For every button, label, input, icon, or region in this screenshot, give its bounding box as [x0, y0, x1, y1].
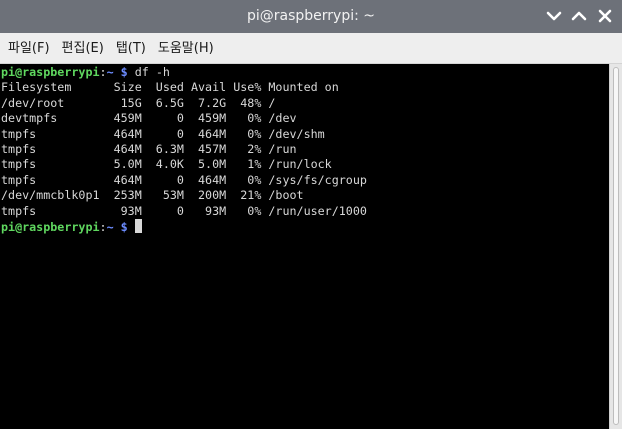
prompt-colon: :	[99, 65, 107, 79]
output-line: tmpfs 464M 0 464M 0% /sys/fs/cgroup	[1, 172, 367, 187]
active-prompt-line[interactable]: pi@raspberrypi:~ $	[1, 218, 609, 234]
vertical-scrollbar[interactable]	[609, 64, 622, 429]
prompt-path: ~ $	[106, 65, 128, 79]
scrollbar-thumb[interactable]	[613, 67, 619, 425]
output-line: tmpfs 464M 6.3M 457M 2% /run	[1, 141, 297, 156]
prompt-path: ~ $	[106, 219, 128, 234]
title-bar[interactable]: pi@raspberrypi: ~	[0, 0, 622, 33]
terminal-window: pi@raspberrypi: ~ 파일(F) 편집(E) 탭(T) 도움말(H…	[0, 0, 622, 429]
maximize-button[interactable]	[568, 5, 590, 27]
menu-edit[interactable]: 편집(E)	[58, 33, 108, 64]
menu-tabs[interactable]: 탭(T)	[112, 33, 150, 64]
window-title: pi@raspberrypi: ~	[246, 8, 376, 24]
command-text: df -h	[127, 65, 170, 79]
output-line-header: Filesystem Size Used Avail Use% Mounted …	[1, 80, 339, 95]
prompt-user: pi@raspberrypi	[1, 65, 100, 79]
chevron-up-icon	[571, 11, 587, 21]
command-line: pi@raspberrypi:~ $ df -h	[1, 65, 609, 80]
menu-file[interactable]: 파일(F)	[4, 33, 54, 64]
output-line: tmpfs 5.0M 4.0K 5.0M 1% /run/lock	[1, 157, 332, 172]
close-icon	[598, 9, 612, 23]
prompt-colon: :	[99, 219, 107, 234]
close-button[interactable]	[594, 5, 616, 27]
output-line: /dev/root 15G 6.5G 7.2G 48% /	[1, 95, 276, 110]
output-line: tmpfs 464M 0 464M 0% /dev/shm	[1, 126, 325, 141]
chevron-down-icon	[546, 11, 562, 21]
prompt-user: pi@raspberrypi	[1, 219, 100, 234]
minimize-button[interactable]	[543, 5, 565, 27]
output-line: /dev/mmcblk0p1 253M 53M 200M 21% /boot	[1, 188, 304, 203]
menu-bar: 파일(F) 편집(E) 탭(T) 도움말(H)	[0, 33, 622, 64]
output-line: devtmpfs 459M 0 459M 0% /dev	[1, 111, 297, 126]
terminal-output[interactable]: pi@raspberrypi:~ $ df -h Filesystem Size…	[0, 64, 609, 429]
output-line: tmpfs 93M 0 93M 0% /run/user/1000	[1, 203, 367, 218]
menu-help[interactable]: 도움말(H)	[154, 33, 218, 64]
text-cursor	[134, 218, 142, 233]
